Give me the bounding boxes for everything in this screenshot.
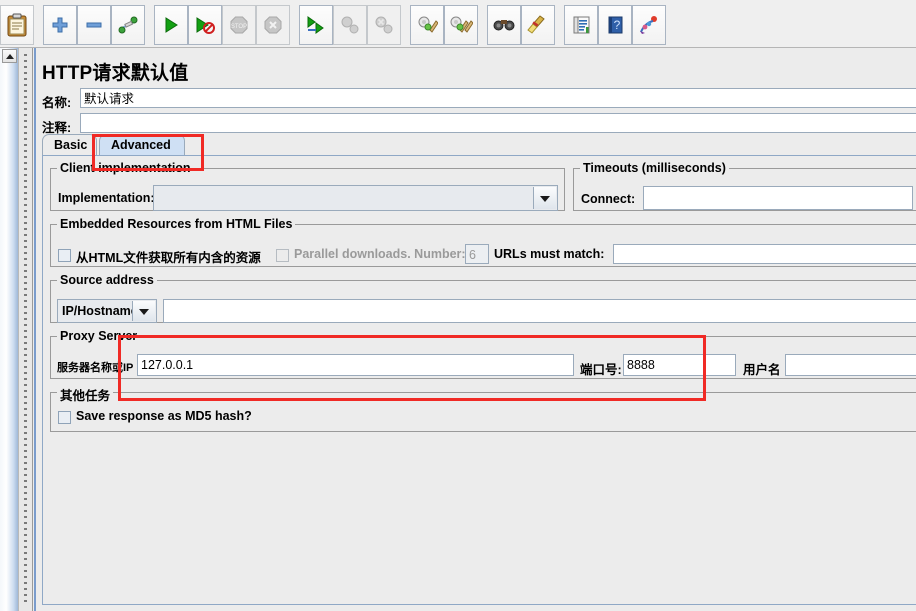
source-address-type-combo[interactable]: IP/Hostname [57, 299, 157, 323]
parallel-downloads-checkbox[interactable] [276, 249, 289, 262]
toggle-icon[interactable] [111, 4, 145, 45]
remote-stop-all-icon [333, 4, 367, 45]
svg-text:STOP: STOP [231, 24, 247, 30]
tab-strip: Basic Advanced [42, 134, 916, 156]
clear-icon[interactable] [410, 4, 444, 45]
timeouts-group-label: Timeouts (milliseconds) [580, 161, 729, 175]
retrieve-embedded-checkbox[interactable] [58, 249, 71, 262]
proxy-port-label: 端口号: [580, 363, 622, 377]
chevron-down-icon[interactable] [132, 301, 155, 321]
function-helper-icon[interactable] [564, 4, 598, 45]
tree-scrollbar[interactable] [0, 48, 19, 611]
name-input[interactable]: 默认请求 [80, 88, 916, 108]
svg-text:?: ? [614, 18, 621, 32]
remove-icon[interactable] [77, 4, 111, 45]
urls-must-match-label: URLs must match: [494, 247, 605, 261]
parallel-downloads-label: Parallel downloads. Number: [294, 247, 466, 261]
proxy-server-group-label: Proxy Server [57, 329, 141, 343]
split-pane-divider[interactable] [19, 48, 33, 611]
proxy-username-label: 用户名 [743, 363, 781, 377]
jmeter-window: STOP ? HTTP请求默认值 名称: 默认请求 注释: Basic Adva… [0, 0, 916, 611]
templates-icon[interactable] [632, 4, 666, 45]
start-no-pauses-icon[interactable] [188, 4, 222, 45]
advanced-tab-content: Client implementation Implementation: Ti… [42, 155, 916, 605]
md5-hash-label: Save response as MD5 hash? [76, 409, 252, 423]
remote-start-all-icon[interactable] [299, 4, 333, 45]
client-implementation-group-label: Client implementation [57, 161, 194, 175]
implementation-combo[interactable] [153, 185, 558, 211]
retrieve-embedded-label: 从HTML文件获取所有内含的资源 [76, 251, 261, 265]
http-defaults-panel: HTTP请求默认值 名称: 默认请求 注释: Basic Advanced Cl… [34, 48, 916, 611]
name-label: 名称: [42, 96, 72, 110]
search-icon[interactable] [487, 4, 521, 45]
new-test-plan-icon[interactable] [0, 4, 34, 45]
stop-icon: STOP [222, 4, 256, 45]
shutdown-icon [256, 4, 290, 45]
other-tasks-group-label: 其他任务 [57, 385, 114, 404]
urls-must-match-input[interactable] [613, 244, 916, 264]
proxy-username-input[interactable] [785, 354, 916, 376]
help-icon[interactable]: ? [598, 4, 632, 45]
tab-basic[interactable]: Basic [42, 134, 97, 156]
remote-shutdown-all-icon [367, 4, 401, 45]
comment-input[interactable] [80, 113, 916, 133]
source-address-input[interactable] [163, 299, 916, 323]
source-address-group-label: Source address [57, 273, 157, 287]
tab-advanced[interactable]: Advanced [99, 134, 185, 156]
parallel-downloads-number-input[interactable]: 6 [465, 244, 489, 264]
connect-timeout-input[interactable] [643, 186, 913, 210]
proxy-port-input[interactable]: 8888 [623, 354, 736, 376]
reset-search-icon[interactable] [521, 4, 555, 45]
page-title: HTTP请求默认值 [42, 63, 189, 84]
embedded-resources-group-label: Embedded Resources from HTML Files [57, 217, 296, 231]
chevron-down-icon[interactable] [533, 187, 556, 209]
add-icon[interactable] [43, 4, 77, 45]
proxy-host-input[interactable]: 127.0.0.1 [137, 354, 574, 376]
start-icon[interactable] [154, 4, 188, 45]
source-address-type-value: IP/Hostname [62, 304, 138, 318]
md5-hash-checkbox[interactable] [58, 411, 71, 424]
implementation-label: Implementation: [58, 191, 155, 205]
connect-timeout-label: Connect: [581, 192, 636, 206]
clear-all-icon[interactable] [444, 4, 478, 45]
main-toolbar: STOP ? [0, 0, 916, 48]
split-grip-icon [24, 54, 27, 605]
scroll-up-arrow-icon[interactable] [2, 49, 17, 63]
proxy-host-label: 服务器名称或IP [57, 362, 134, 374]
